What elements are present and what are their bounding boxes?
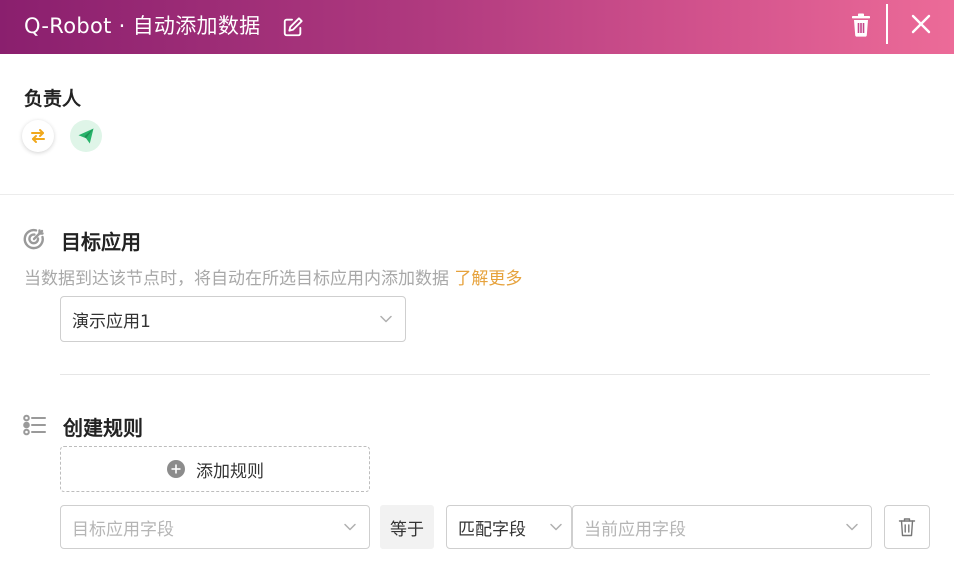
plus-circle-icon — [167, 460, 185, 478]
owner-label: 负责人 — [24, 88, 82, 110]
trash-icon — [898, 518, 916, 537]
target-app-select[interactable]: 演示应用1 — [60, 296, 406, 342]
target-app-title: 目标应用 — [61, 230, 141, 254]
list-icon — [23, 414, 46, 436]
drawer-title: Q-Robot · 自动添加数据 — [24, 14, 261, 38]
drawer-header: Q-Robot · 自动添加数据 — [0, 0, 954, 54]
rules-title: 创建规则 — [63, 416, 143, 440]
target-field-placeholder: 目标应用字段 — [72, 519, 174, 540]
swap-icon — [31, 129, 45, 143]
target-app-value: 演示应用1 — [72, 311, 151, 332]
close-icon[interactable] — [909, 12, 933, 36]
send-icon — [78, 128, 94, 144]
header-divider — [886, 4, 888, 44]
owner-avatar-send[interactable] — [70, 120, 102, 152]
target-field-select[interactable]: 目标应用字段 — [60, 505, 370, 549]
chevron-down-icon — [846, 523, 858, 531]
current-field-placeholder: 当前应用字段 — [584, 519, 686, 540]
match-type-select[interactable]: 匹配字段 — [446, 505, 572, 549]
inner-divider — [60, 374, 930, 375]
edit-icon[interactable] — [282, 16, 304, 38]
add-rule-button[interactable]: 添加规则 — [60, 446, 370, 492]
current-field-select[interactable]: 当前应用字段 — [572, 505, 872, 549]
target-icon — [23, 228, 44, 250]
delete-rule-button[interactable] — [884, 505, 930, 549]
target-app-description: 当数据到达该节点时，将自动在所选目标应用内添加数据 了解更多 — [24, 264, 522, 289]
chevron-down-icon — [550, 523, 562, 531]
add-rule-label: 添加规则 — [196, 461, 264, 482]
owner-avatar-swap[interactable] — [22, 120, 54, 152]
description-text: 当数据到达该节点时，将自动在所选目标应用内添加数据 — [24, 269, 449, 289]
chevron-down-icon — [344, 523, 356, 531]
section-divider — [0, 194, 954, 195]
operator-label: 等于 — [380, 505, 434, 549]
trash-icon[interactable] — [849, 12, 873, 38]
chevron-down-icon — [380, 315, 392, 323]
match-type-value: 匹配字段 — [458, 519, 526, 540]
learn-more-link[interactable]: 了解更多 — [454, 269, 522, 289]
